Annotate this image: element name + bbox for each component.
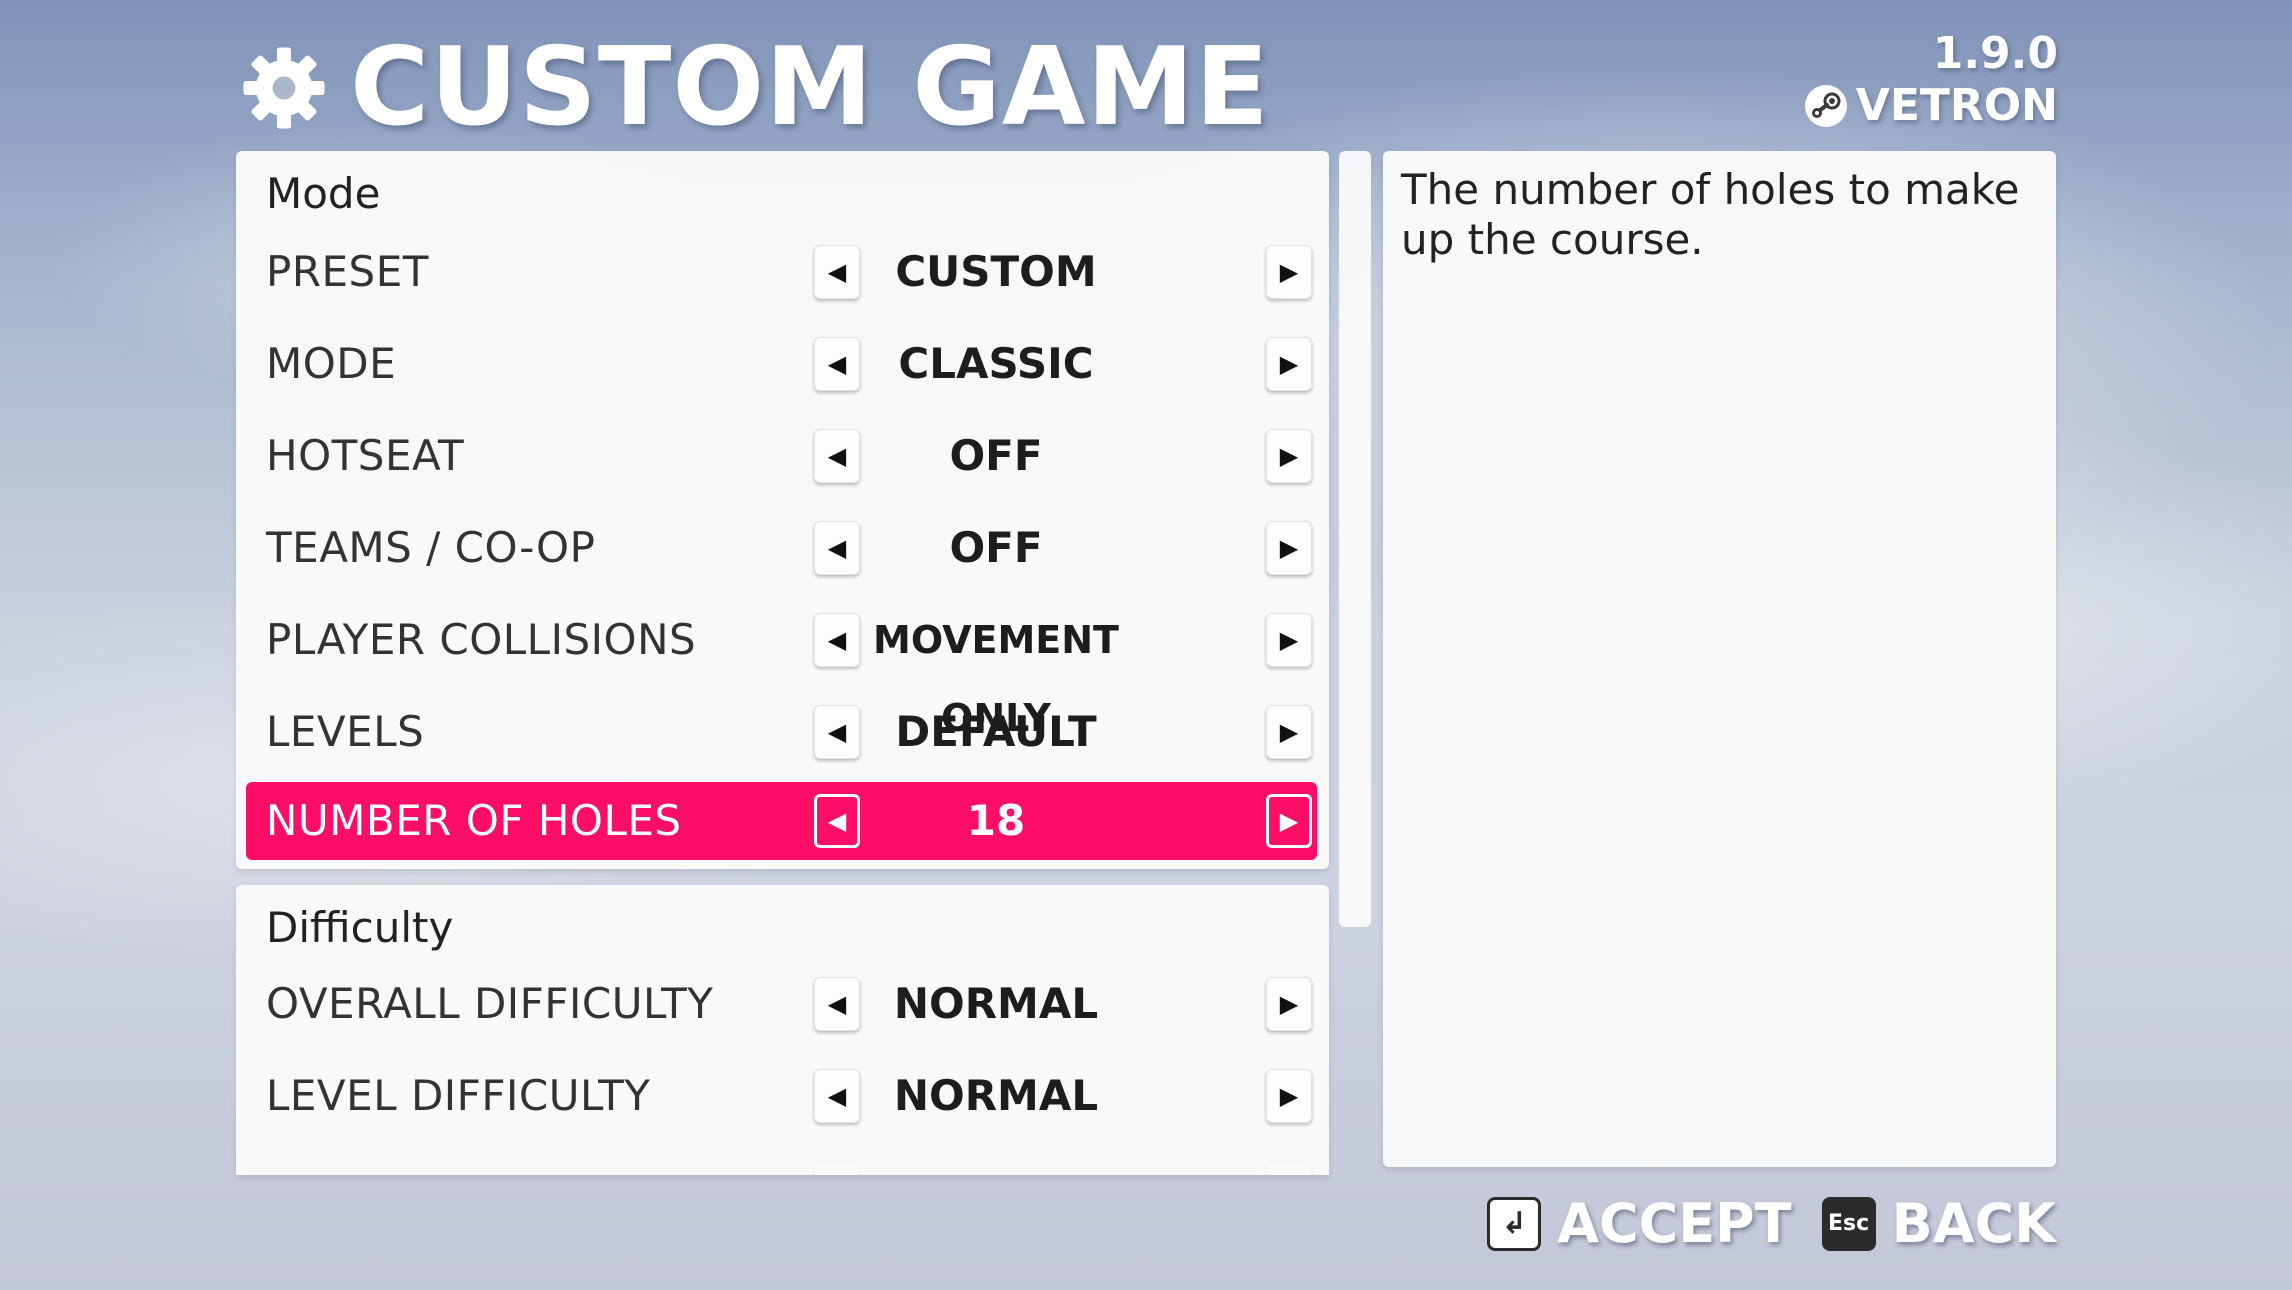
next-option-button[interactable]: ▶ <box>1266 705 1312 759</box>
title-group: CUSTOM GAME <box>240 28 1270 148</box>
setting-row-hotseat[interactable]: HOTSEAT ◀ OFF ▶ <box>246 417 1317 495</box>
setting-value: OFF <box>949 431 1043 480</box>
setting-label: MODE <box>266 339 397 388</box>
right-arrow-icon: ▶ <box>1279 990 1299 1018</box>
left-arrow-icon: ◀ <box>828 1174 846 1175</box>
next-option-button[interactable]: ▶ <box>1266 794 1312 848</box>
right-arrow-icon: ▶ <box>1279 442 1299 470</box>
next-option-button[interactable]: ▶ <box>1266 977 1312 1031</box>
setting-label: PRESET <box>266 247 429 296</box>
setting-label: PLAYER COLLISIONS <box>266 615 697 664</box>
setting-label: NUMBER OF HOLES <box>266 796 682 845</box>
next-option-button[interactable]: ▶ <box>1266 245 1312 299</box>
right-arrow-icon: ▶ <box>1280 1174 1298 1175</box>
difficulty-panel: Difficulty OVERALL DIFFICULTY ◀ NORMAL ▶… <box>236 885 1329 1175</box>
right-arrow-icon: ▶ <box>1279 626 1299 654</box>
mode-panel: Mode PRESET ◀ CUSTOM ▶ MODE ◀ CLASSIC ▶ … <box>236 151 1329 869</box>
setting-label: OVERALL DIFFICULTY <box>266 979 714 1028</box>
next-option-button: ▶ <box>1266 1161 1312 1175</box>
setting-row-overall-difficulty[interactable]: OVERALL DIFFICULTY ◀ NORMAL ▶ <box>246 965 1317 1043</box>
next-option-button[interactable]: ▶ <box>1266 429 1312 483</box>
setting-value: 18 <box>966 796 1026 845</box>
setting-label: HOTSEAT <box>266 431 465 480</box>
steam-icon <box>1804 84 1847 127</box>
setting-description: The number of holes to make up the cours… <box>1401 165 2020 264</box>
back-button[interactable]: BACK <box>1892 1192 2056 1255</box>
setting-row-teams-coop[interactable]: TEAMS / CO-OP ◀ OFF ▶ <box>246 509 1317 587</box>
section-title-mode: Mode <box>266 169 381 218</box>
setting-value: OFF <box>949 523 1043 572</box>
setting-row-number-of-holes[interactable]: NUMBER OF HOLES ◀ 18 ▶ <box>246 782 1317 860</box>
user-badge: VETRON <box>1804 80 2058 131</box>
right-arrow-icon: ▶ <box>1279 718 1299 746</box>
setting-value: CLASSIC <box>898 339 1094 388</box>
accept-button[interactable]: ACCEPT <box>1557 1192 1791 1255</box>
section-title-difficulty: Difficulty <box>266 903 454 952</box>
setting-row-player-collisions[interactable]: PLAYER COLLISIONS ◀ MOVEMENT ONLY ▶ <box>246 601 1317 740</box>
right-arrow-icon: ▶ <box>1279 807 1299 835</box>
setting-value: NORMAL <box>893 979 1099 1028</box>
page-title: CUSTOM GAME <box>350 25 1270 150</box>
esc-key-label: Esc <box>1827 1211 1870 1236</box>
setting-row-level-difficulty[interactable]: LEVEL DIFFICULTY ◀ NORMAL ▶ <box>246 1057 1317 1135</box>
next-option-button[interactable]: ▶ <box>1266 521 1312 575</box>
setting-label: LEVELS <box>266 707 425 756</box>
gear-icon <box>243 47 325 129</box>
enter-key-icon[interactable]: ↲ <box>1487 1196 1542 1251</box>
prev-option-button: ◀ <box>814 1161 860 1175</box>
version-label: 1.9.0 <box>1932 28 2058 79</box>
right-arrow-icon: ▶ <box>1279 258 1299 286</box>
settings-scrollbar[interactable] <box>1339 151 1371 927</box>
description-panel: The number of holes to make up the cours… <box>1383 151 2056 1167</box>
next-option-button[interactable]: ▶ <box>1266 1069 1312 1123</box>
right-arrow-icon: ▶ <box>1279 534 1299 562</box>
footer-controls: ↲ ACCEPT Esc BACK <box>1487 1192 2056 1255</box>
esc-key-icon[interactable]: Esc <box>1821 1196 1876 1251</box>
setting-row-levels[interactable]: LEVELS ◀ DEFAULT ▶ <box>246 693 1317 771</box>
setting-row-preset[interactable]: PRESET ◀ CUSTOM ▶ <box>246 233 1317 311</box>
right-arrow-icon: ▶ <box>1279 1082 1299 1110</box>
right-arrow-icon: ▶ <box>1279 350 1299 378</box>
setting-label: LEVEL DIFFICULTY <box>266 1071 651 1120</box>
setting-value: DEFAULT <box>895 707 1097 756</box>
setting-row-partial: ◀ ▶ <box>246 1149 1317 1175</box>
next-option-button[interactable]: ▶ <box>1266 613 1312 667</box>
setting-value: NORMAL <box>893 1071 1099 1120</box>
setting-value: CUSTOM <box>895 247 1097 296</box>
setting-row-mode[interactable]: MODE ◀ CLASSIC ▶ <box>246 325 1317 403</box>
setting-label: TEAMS / CO-OP <box>266 523 596 572</box>
next-option-button[interactable]: ▶ <box>1266 337 1312 391</box>
username: VETRON <box>1855 80 2058 131</box>
